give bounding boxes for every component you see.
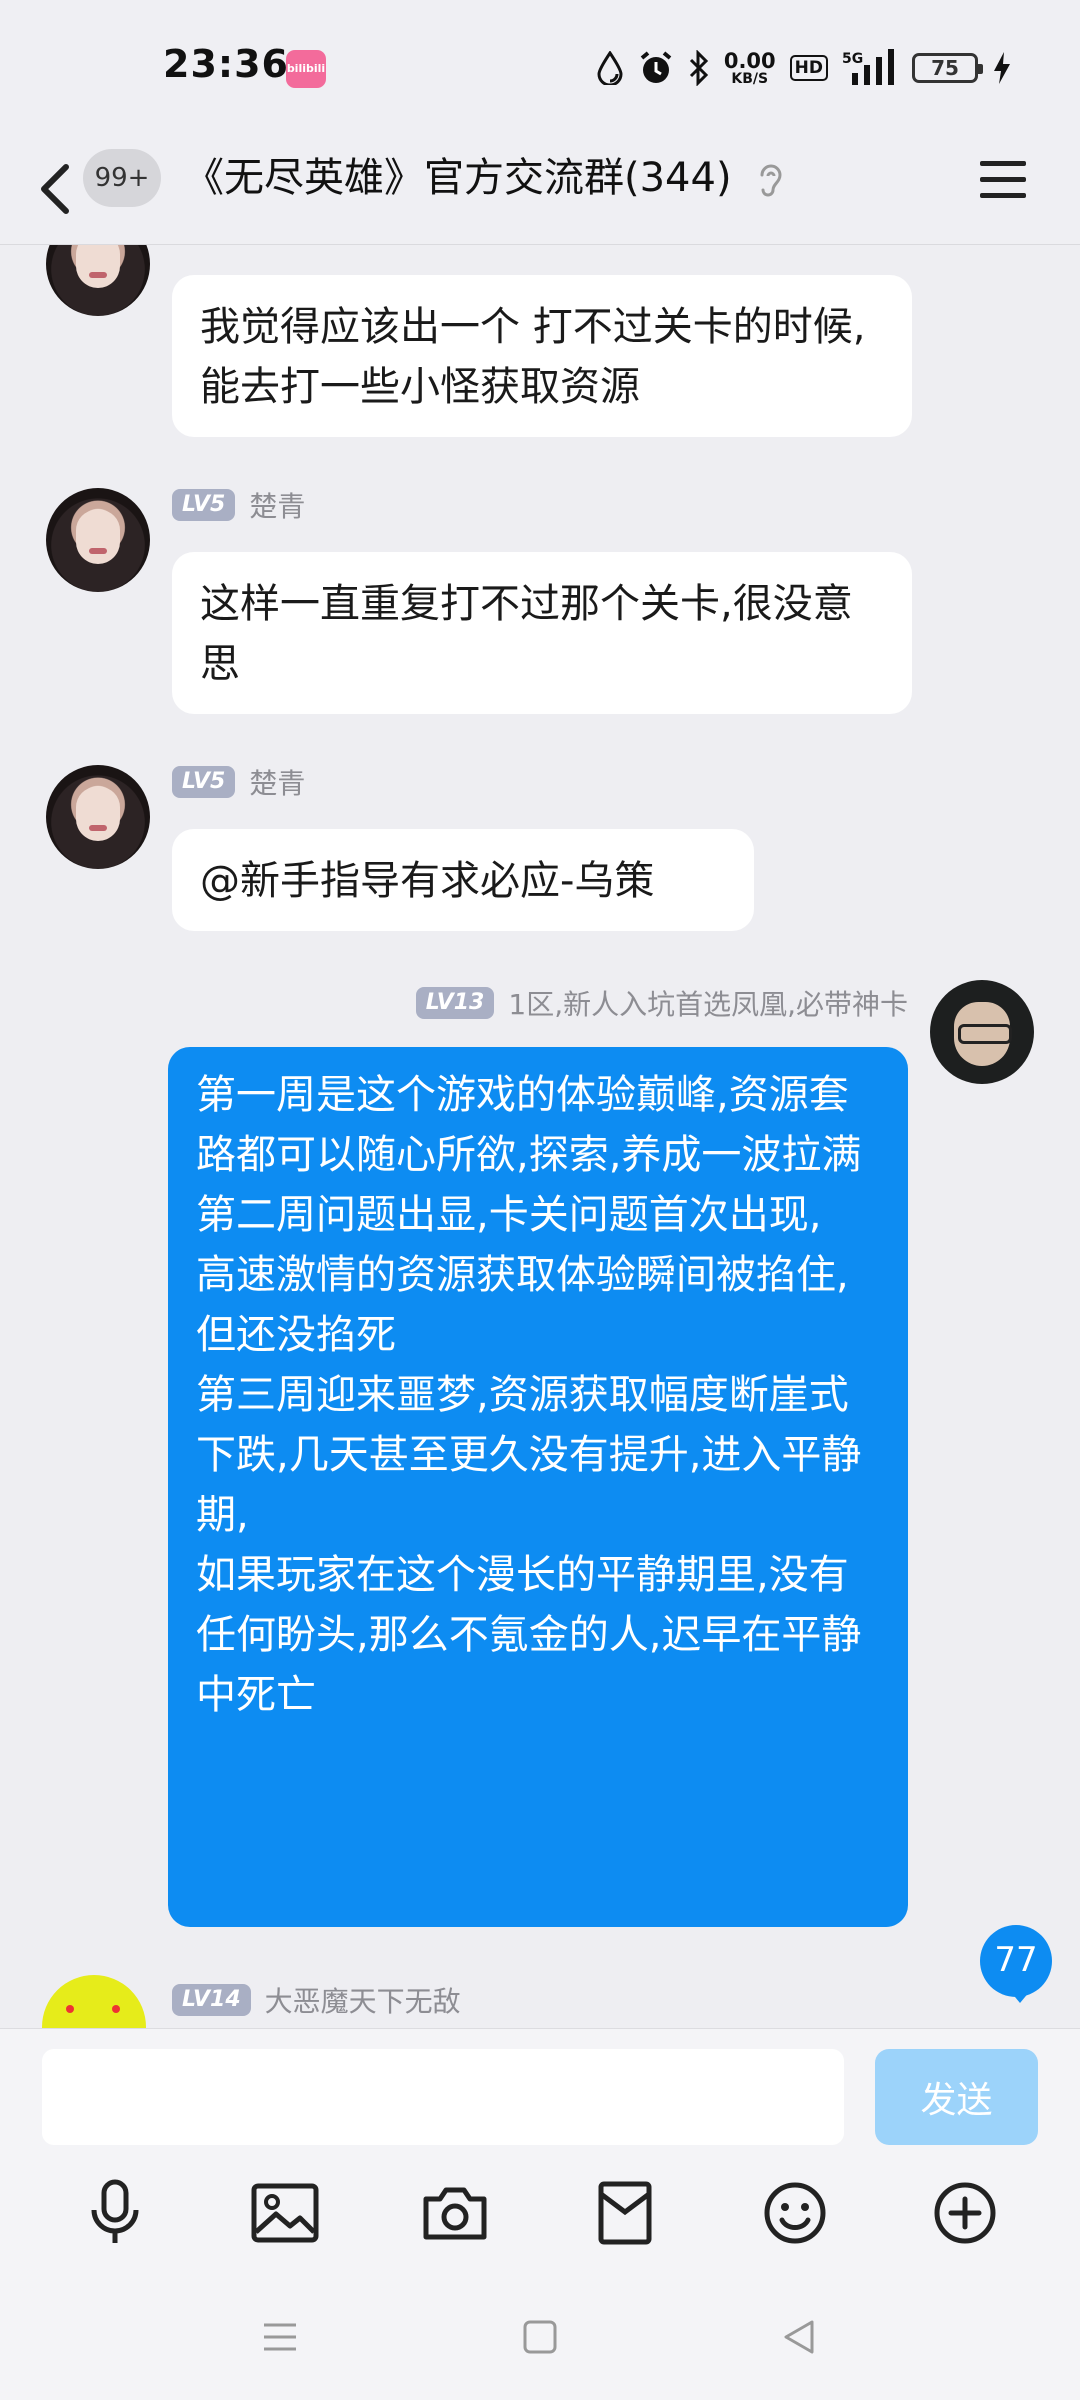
alarm-icon bbox=[638, 50, 674, 86]
system-navigation-bar bbox=[0, 2273, 1080, 2400]
image-icon[interactable] bbox=[245, 2173, 325, 2253]
back-button[interactable] bbox=[36, 155, 86, 221]
unread-count-badge[interactable]: 99+ bbox=[83, 149, 161, 207]
battery-indicator: 75 bbox=[912, 53, 983, 83]
sender-meta: LV13 1区,新人入坑首选凤凰,必带神卡 bbox=[415, 983, 908, 1023]
emoji-icon[interactable] bbox=[755, 2173, 835, 2253]
composer-toolbar bbox=[0, 2153, 1080, 2273]
avatar[interactable] bbox=[46, 488, 150, 592]
send-button[interactable]: 发送 bbox=[875, 2049, 1038, 2145]
microphone-icon[interactable] bbox=[75, 2173, 155, 2253]
sender-meta: LV14 大恶魔天下无敌 bbox=[172, 1980, 461, 2020]
sender-meta: LV5 楚青 bbox=[172, 762, 305, 802]
ear-icon[interactable] bbox=[756, 159, 784, 203]
status-time: 23:36 bbox=[163, 42, 289, 86]
avatar[interactable] bbox=[46, 245, 150, 316]
message-bubble[interactable]: 这样一直重复打不过那个关卡,很没意思 bbox=[172, 552, 912, 714]
level-badge: LV5 bbox=[172, 489, 236, 521]
signal-icon: 5G bbox=[842, 49, 898, 87]
chevron-left-icon bbox=[41, 164, 69, 214]
status-bar: 23:36 bilibili 0.00 KB/S HD 5G 75 bbox=[0, 0, 1080, 135]
sender-name[interactable]: 楚青 bbox=[249, 485, 305, 525]
avatar[interactable] bbox=[46, 765, 150, 869]
hd-badge: HD bbox=[789, 55, 828, 81]
net-speed: 0.00 KB/S bbox=[723, 48, 776, 87]
message-bubble[interactable]: @新手指导有求必应-乌策 bbox=[172, 829, 754, 931]
avatar[interactable] bbox=[930, 980, 1034, 1084]
water-drop-icon bbox=[596, 51, 624, 85]
hamburger-icon bbox=[980, 161, 1026, 198]
message-bubble-mine[interactable]: 第一周是这个游戏的体验巅峰,资源套路都可以随心所欲,探索,养成一波拉满 第二周问… bbox=[168, 1047, 908, 1927]
menu-button[interactable] bbox=[978, 157, 1028, 203]
message-bubble[interactable]: 我觉得应该出一个 打不过关卡的时候,能去打一些小怪获取资源 bbox=[172, 275, 912, 437]
group-title[interactable]: 《无尽英雄》官方交流群(344) bbox=[184, 145, 732, 211]
message-input[interactable] bbox=[42, 2049, 844, 2145]
chat-header: 99+ 《无尽英雄》官方交流群(344) bbox=[0, 135, 1080, 245]
menu-icon[interactable] bbox=[250, 2307, 310, 2367]
home-icon[interactable] bbox=[510, 2307, 570, 2367]
status-icons: 0.00 KB/S HD 5G 75 bbox=[596, 44, 1012, 92]
sender-name[interactable]: 大恶魔天下无敌 bbox=[265, 1980, 461, 2020]
level-badge: LV5 bbox=[172, 766, 236, 798]
bluetooth-icon bbox=[688, 50, 710, 86]
charging-icon bbox=[992, 51, 1012, 85]
avatar[interactable] bbox=[42, 1975, 146, 2028]
sender-meta: LV5 楚青 bbox=[172, 485, 305, 525]
sender-name[interactable]: 1区,新人入坑首选凤凰,必带神卡 bbox=[508, 983, 908, 1023]
composer: 发送 bbox=[0, 2028, 1080, 2153]
new-messages-badge[interactable]: 77 bbox=[980, 1925, 1052, 2003]
svg-text:5G: 5G bbox=[842, 51, 863, 67]
plus-icon[interactable] bbox=[925, 2173, 1005, 2253]
level-badge: LV14 bbox=[172, 1984, 251, 2016]
sender-name[interactable]: 楚青 bbox=[249, 762, 305, 802]
back-icon[interactable] bbox=[770, 2307, 830, 2367]
camera-icon[interactable] bbox=[415, 2173, 495, 2253]
bilibili-app-icon: bilibili bbox=[286, 50, 326, 88]
level-badge: LV13 bbox=[415, 987, 495, 1019]
red-packet-icon[interactable] bbox=[585, 2173, 665, 2253]
chat-message-list[interactable]: 我觉得应该出一个 打不过关卡的时候,能去打一些小怪获取资源 LV5 楚青 这样一… bbox=[0, 245, 1080, 2028]
